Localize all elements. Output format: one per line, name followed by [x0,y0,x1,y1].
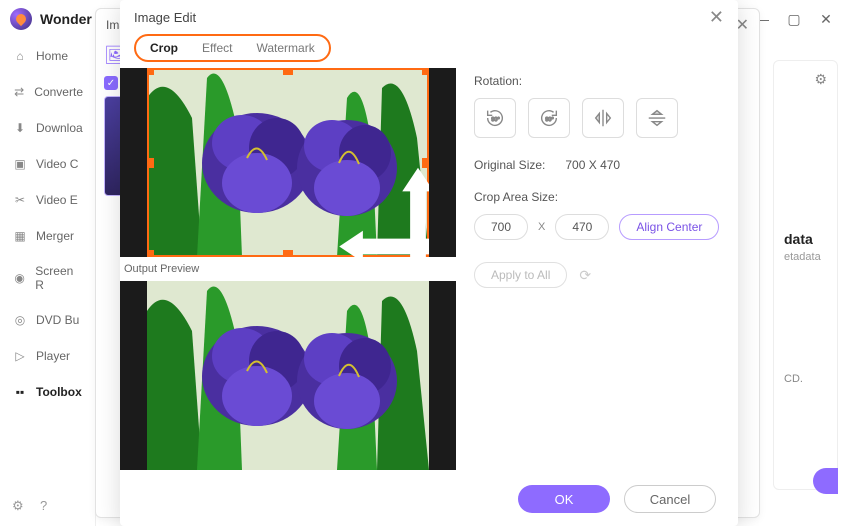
compress-icon: ▣ [12,156,28,172]
dimension-separator: X [538,221,545,233]
sidebar-item-converter[interactable]: ⇄ Converte [0,74,95,110]
crop-height-input[interactable] [555,214,609,240]
sidebar-item-toolbox[interactable]: ▪▪ Toolbox [0,374,95,410]
record-icon: ◉ [12,270,27,286]
sidebar-item-screen-recorder[interactable]: ◉ Screen R [0,254,95,302]
merge-icon: ▦ [12,228,28,244]
rotate-right-button[interactable]: 90° [528,98,570,138]
sidebar-item-label: Screen R [35,264,83,292]
sidebar-item-downloader[interactable]: ⬇ Downloa [0,110,95,146]
scissors-icon: ✂ [12,192,28,208]
tab-effect[interactable]: Effect [202,41,232,55]
crop-area-size-label: Crop Area Size: [474,190,724,204]
tab-crop[interactable]: Crop [150,41,178,55]
crop-preview[interactable] [120,68,456,257]
metadata-subheading: etadata [784,251,827,263]
play-icon: ▷ [12,348,28,364]
output-preview-label: Output Preview [120,257,456,281]
download-icon: ⬇ [12,120,28,136]
app-logo [10,8,32,30]
sidebar-item-label: Video C [36,157,78,171]
rotation-label: Rotation: [474,74,724,88]
app-title: Wonder [40,11,92,27]
settings-icon[interactable]: ⚙ [12,498,30,516]
window-maximize-button[interactable]: ▢ [780,7,808,31]
action-button-partial[interactable] [813,468,838,494]
sidebar-item-video-editor[interactable]: ✂ Video E [0,182,95,218]
edit-tabs: Crop Effect Watermark [134,34,331,62]
help-icon[interactable]: ? [40,498,58,516]
crop-width-input[interactable] [474,214,528,240]
tab-watermark[interactable]: Watermark [256,41,314,55]
metadata-panel: ⚙ data etadata CD. [773,60,838,490]
svg-text:90°: 90° [545,117,553,123]
sidebar-item-label: Player [36,349,70,363]
sidebar-item-label: Video E [36,193,78,207]
metadata-note: CD. [784,373,827,385]
original-size-value: 700 X 470 [565,158,620,172]
sidebar-item-home[interactable]: ⌂ Home [0,38,95,74]
window-close-button[interactable]: ✕ [812,7,840,31]
sidebar-item-video-compressor[interactable]: ▣ Video C [0,146,95,182]
sidebar-item-label: DVD Bu [36,313,79,327]
metadata-heading: data [784,231,827,247]
original-size-label: Original Size: [474,158,545,172]
sidebar-item-label: Merger [36,229,74,243]
rotate-left-button[interactable]: 90° [474,98,516,138]
reset-icon[interactable]: ⟳ [579,267,591,284]
flip-vertical-button[interactable] [636,98,678,138]
panel-settings-icon[interactable]: ⚙ [814,71,827,88]
sidebar-item-dvd-burner[interactable]: ◎ DVD Bu [0,302,95,338]
sidebar-item-player[interactable]: ▷ Player [0,338,95,374]
move-cursor-icon [277,152,429,258]
sidebar-item-merger[interactable]: ▦ Merger [0,218,95,254]
image-edit-dialog: Image Edit ✕ Crop Effect Watermark [120,0,738,526]
align-center-button[interactable]: Align Center [619,214,719,240]
flip-horizontal-button[interactable] [582,98,624,138]
toolbox-icon: ▪▪ [12,384,28,400]
sidebar-item-label: Downloa [36,121,83,135]
ok-button[interactable]: OK [518,485,610,513]
sidebar-item-label: Converte [34,85,83,99]
thumbnail-checkbox[interactable]: ✓ [104,76,118,90]
cancel-button[interactable]: Cancel [624,485,716,513]
dialog-close-button[interactable]: ✕ [709,7,724,28]
output-preview [120,281,456,470]
sidebar: ⌂ Home ⇄ Converte ⬇ Downloa ▣ Video C ✂ Video… [0,38,96,526]
convert-icon: ⇄ [12,84,26,100]
apply-to-all-button[interactable]: Apply to All [474,262,567,288]
dialog-title: Image Edit [134,10,196,25]
disc-icon: ◎ [12,312,28,328]
svg-text:90°: 90° [491,117,499,123]
sidebar-item-label: Home [36,49,68,63]
sidebar-item-label: Toolbox [36,385,82,399]
home-icon: ⌂ [12,48,28,64]
